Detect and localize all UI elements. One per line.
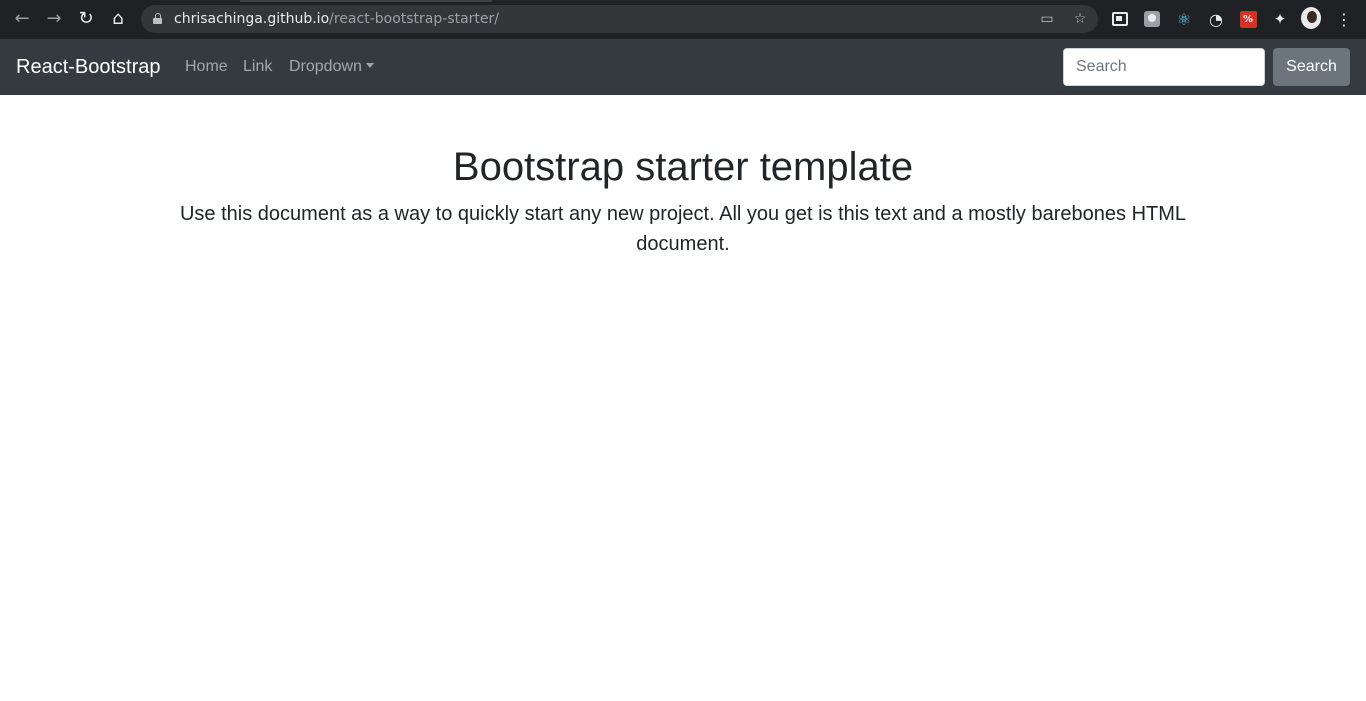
window-extension-icon[interactable] bbox=[1110, 9, 1130, 29]
page-title: Bootstrap starter template bbox=[452, 145, 914, 189]
puzzle-icon[interactable]: ✦ bbox=[1270, 9, 1290, 29]
arrow-left-icon[interactable]: ← bbox=[9, 6, 35, 32]
reload-icon[interactable]: ↻ bbox=[73, 6, 99, 32]
address-bar[interactable]: chrisachinga.github.io/react-bootstrap-s… bbox=[141, 5, 1098, 33]
lead-text: Use this document as a way to quickly st… bbox=[179, 203, 1187, 255]
navbar-brand[interactable]: React-Bootstrap bbox=[16, 55, 161, 79]
star-icon[interactable]: ☆ bbox=[1070, 10, 1090, 28]
kebab-menu-icon[interactable]: ⋮ bbox=[1334, 9, 1354, 29]
cast-icon[interactable]: ▭ bbox=[1037, 10, 1057, 28]
caret-down-icon bbox=[365, 63, 374, 68]
url-path: /react-bootstrap-starter/ bbox=[329, 11, 500, 27]
avatar-icon[interactable] bbox=[1301, 7, 1321, 29]
gray-extension-icon[interactable] bbox=[1142, 9, 1162, 29]
nav-link-home[interactable]: Home bbox=[185, 57, 228, 77]
red-extension-icon[interactable]: % bbox=[1238, 9, 1258, 29]
browser-toolbar: ← → ↻ ⌂ chrisachinga.github.io/react-boo… bbox=[0, 0, 1366, 39]
nav-link-link[interactable]: Link bbox=[243, 57, 272, 77]
nav-dropdown-label: Dropdown bbox=[289, 58, 362, 75]
search-button[interactable]: Search bbox=[1273, 48, 1350, 86]
grammar-extension-icon[interactable]: ◔ bbox=[1206, 9, 1226, 29]
url-host: chrisachinga.github.io bbox=[174, 11, 330, 27]
nav-dropdown-toggle[interactable]: Dropdown bbox=[289, 57, 374, 77]
search-input[interactable] bbox=[1063, 48, 1265, 86]
lock-icon[interactable] bbox=[153, 13, 162, 24]
arrow-right-icon[interactable]: → bbox=[41, 6, 67, 32]
react-devtools-icon[interactable]: ⚛ bbox=[1174, 9, 1194, 29]
url-text[interactable]: chrisachinga.github.io/react-bootstrap-s… bbox=[174, 11, 499, 27]
navbar: React-Bootstrap Home Link Dropdown Searc… bbox=[0, 39, 1366, 95]
active-tab-indicator bbox=[240, 0, 492, 2]
home-icon[interactable]: ⌂ bbox=[105, 6, 131, 32]
